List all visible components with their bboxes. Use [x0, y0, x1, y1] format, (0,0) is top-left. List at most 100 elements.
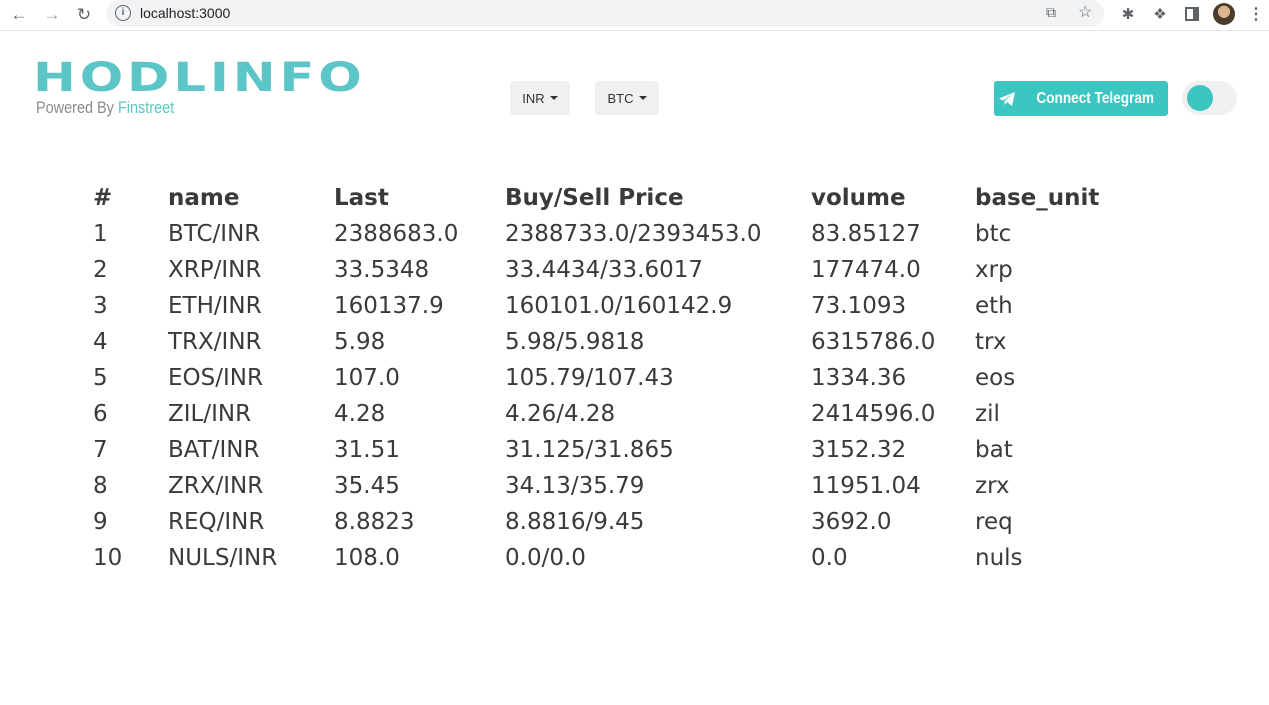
table-row: 8 ZRX/INR 35.45 34.13/35.79 11951.04 zrx	[93, 468, 1193, 504]
table-cell: 33.5348	[334, 257, 430, 283]
table-cell: 8	[93, 473, 108, 499]
table-cell: ZRX/INR	[168, 473, 264, 499]
table-cell: 177474.0	[811, 257, 921, 283]
table-row: 3 ETH/INR 160137.9 160101.0/160142.9 73.1093…	[93, 288, 1193, 324]
table-cell: 34.13/35.79	[505, 473, 645, 499]
table-row: 6 ZIL/INR 4.28 4.26/4.28 2414596.0 zil	[93, 396, 1193, 432]
back-icon[interactable]: ←	[8, 4, 30, 26]
table-cell: REQ/INR	[168, 509, 265, 535]
powered-prefix: Powered By	[36, 98, 114, 117]
column-header: volume	[811, 185, 906, 211]
column-header: #	[93, 185, 113, 211]
table-cell: 31.51	[334, 437, 400, 463]
table-cell: 0.0/0.0	[505, 545, 586, 571]
table-cell: 5.98	[334, 329, 386, 355]
table-cell: 6	[93, 401, 108, 427]
table-cell: 8.8823	[334, 509, 415, 535]
table-cell: 1	[93, 221, 108, 247]
table-cell: 4.26/4.28	[505, 401, 616, 427]
table-cell: 83.85127	[811, 221, 921, 247]
powered-by: Powered By Finstreet	[36, 98, 174, 118]
table-cell: XRP/INR	[168, 257, 262, 283]
table-cell: 107.0	[334, 365, 400, 391]
table-row: 2 XRP/INR 33.5348 33.4434/33.6017 177474.0 xr…	[93, 252, 1193, 288]
table-cell: ETH/INR	[168, 293, 262, 319]
table-cell: 10	[93, 545, 123, 571]
table-cell: eos	[975, 365, 1016, 391]
table-cell: ZIL/INR	[168, 401, 252, 427]
column-header: base_unit	[975, 185, 1100, 211]
table-cell: btc	[975, 221, 1012, 247]
forward-icon[interactable]: →	[41, 4, 63, 26]
table-cell: 33.4434/33.6017	[505, 257, 703, 283]
column-header: name	[168, 185, 240, 211]
table-cell: 3	[93, 293, 108, 319]
table-cell: 5.98/5.9818	[505, 329, 645, 355]
table-cell: 9	[93, 509, 108, 535]
table-cell: 5	[93, 365, 108, 391]
column-header: Buy/Sell Price	[505, 185, 684, 211]
url-text: localhost:3000	[140, 5, 231, 21]
currency-dropdown[interactable]: INR	[510, 81, 570, 115]
reload-icon[interactable]: ↻	[73, 4, 95, 26]
coin-dropdown-label: BTC	[607, 90, 634, 106]
table-cell: 6315786.0	[811, 329, 936, 355]
share-icon[interactable]: ⧉	[1046, 4, 1056, 21]
browser-toolbar: ← → ↻ i localhost:3000 ⧉ ☆ ✱ ❖ ⋮	[0, 0, 1269, 31]
table-cell: 1334.36	[811, 365, 907, 391]
logo[interactable]: HODLINFO	[33, 56, 366, 100]
table-row: 5 EOS/INR 107.0 105.79/107.43 1334.36 eos	[93, 360, 1193, 396]
caret-down-icon	[638, 96, 647, 100]
table-cell: 35.45	[334, 473, 400, 499]
table-cell: nuls	[975, 545, 1023, 571]
table-row: 7 BAT/INR 31.51 31.125/31.865 3152.32 bat	[93, 432, 1193, 468]
table-cell: BTC/INR	[168, 221, 261, 247]
coin-dropdown[interactable]: BTC	[595, 81, 659, 115]
table-cell: 0.0	[811, 545, 848, 571]
connect-telegram-button[interactable]: Connect Telegram	[994, 81, 1168, 116]
powered-brand-link[interactable]: Finstreet	[118, 98, 174, 117]
star-icon[interactable]: ☆	[1078, 2, 1092, 22]
table-row: 4 TRX/INR 5.98 5.98/5.9818 6315786.0 trx	[93, 324, 1193, 360]
table-cell: req	[975, 509, 1013, 535]
table-cell: bat	[975, 437, 1013, 463]
table-cell: 31.125/31.865	[505, 437, 674, 463]
table-cell: NULS/INR	[168, 545, 278, 571]
table-row: 10 NULS/INR 108.0 0.0/0.0 0.0 nuls	[93, 540, 1193, 576]
puzzle-icon[interactable]: ❖	[1150, 4, 1170, 24]
table-cell: 2414596.0	[811, 401, 936, 427]
table-cell: 73.1093	[811, 293, 907, 319]
table-cell: TRX/INR	[168, 329, 262, 355]
table-cell: 8.8816/9.45	[505, 509, 645, 535]
menu-icon[interactable]: ⋮	[1248, 4, 1264, 24]
connect-telegram-label: Connect Telegram	[1036, 89, 1154, 107]
bug-icon[interactable]: ✱	[1118, 4, 1138, 24]
avatar[interactable]	[1213, 3, 1235, 25]
table-cell: 2388683.0	[334, 221, 459, 247]
column-header: Last	[334, 185, 389, 211]
table-cell: zil	[975, 401, 1000, 427]
table-cell: 11951.04	[811, 473, 921, 499]
telegram-icon	[998, 91, 1015, 106]
table-row: 9 REQ/INR 8.8823 8.8816/9.45 3692.0 req	[93, 504, 1193, 540]
table-row: 1 BTC/INR 2388683.0 2388733.0/2393453.0 83.8…	[93, 216, 1193, 252]
table-cell: 108.0	[334, 545, 400, 571]
table-cell: zrx	[975, 473, 1010, 499]
table-cell: xrp	[975, 257, 1013, 283]
table-cell: 160101.0/160142.9	[505, 293, 733, 319]
info-icon[interactable]: i	[115, 5, 131, 21]
table-header-row: # name Last Buy/Sell Price volume base_u…	[93, 180, 1193, 216]
table-cell: 3692.0	[811, 509, 892, 535]
table-cell: BAT/INR	[168, 437, 260, 463]
table-cell: EOS/INR	[168, 365, 263, 391]
table-cell: 105.79/107.43	[505, 365, 674, 391]
table-cell: eth	[975, 293, 1013, 319]
table-cell: 4.28	[334, 401, 386, 427]
caret-down-icon	[549, 96, 558, 100]
table-cell: 3152.32	[811, 437, 907, 463]
theme-toggle[interactable]	[1182, 81, 1237, 115]
table-cell: trx	[975, 329, 1007, 355]
address-bar[interactable]: i localhost:3000 ⧉ ☆	[106, 0, 1104, 27]
table-cell: 4	[93, 329, 108, 355]
sidebar-icon[interactable]	[1182, 4, 1202, 24]
